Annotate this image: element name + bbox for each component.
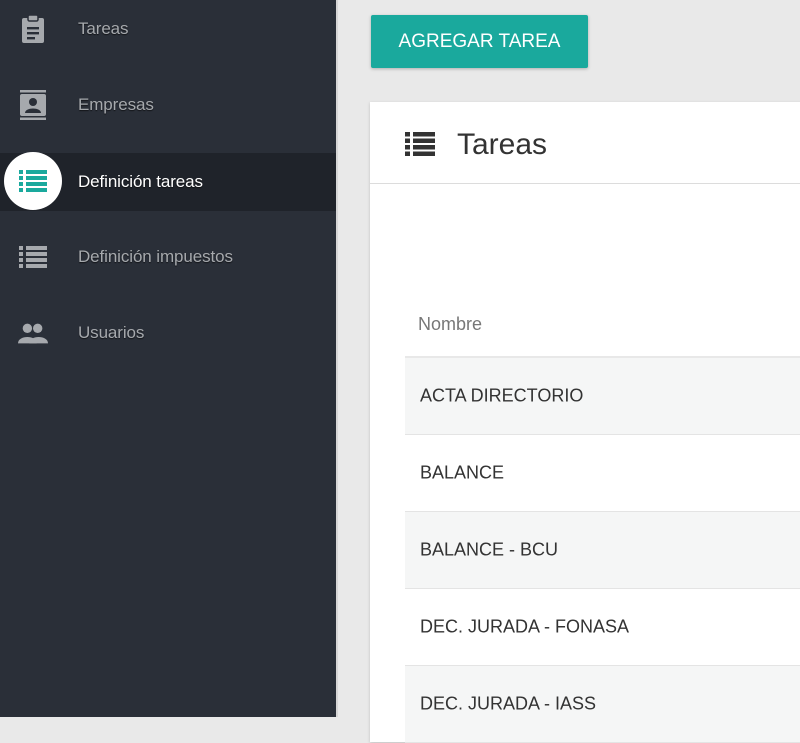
sidebar-item-label: Usuarios — [78, 323, 145, 342]
sidebar-item-label: Definición tareas — [78, 172, 203, 191]
column-header-nombre[interactable]: Nombre — [418, 314, 482, 335]
sidebar-item-empresas[interactable]: Empresas — [0, 76, 336, 134]
task-name: DEC. JURADA - IASS — [420, 693, 597, 714]
people-icon — [18, 318, 48, 348]
table-row[interactable]: BALANCE — [405, 435, 800, 512]
card-header: Tareas — [370, 102, 800, 184]
sidebar-item-usuarios[interactable]: Usuarios — [0, 304, 336, 362]
task-name: BALANCE - BCU — [420, 539, 559, 560]
sidebar-item-tareas[interactable]: Tareas — [0, 0, 336, 58]
task-name: BALANCE — [420, 462, 505, 483]
list-icon — [4, 152, 62, 210]
list-icon — [405, 131, 435, 162]
sidebar-item-definicion-tareas[interactable]: Definición tareas — [0, 152, 336, 211]
task-name: ACTA DIRECTORIO — [420, 385, 584, 406]
list-icon — [18, 242, 48, 272]
table-row[interactable]: ACTA DIRECTORIO — [405, 358, 800, 435]
table-row[interactable]: BALANCE - BCU — [405, 512, 800, 589]
sidebar-item-label: Definición impuestos — [78, 247, 233, 266]
sidebar-item-label: Tareas — [78, 19, 129, 38]
sidebar: Tareas Empresas Definición tareas Defini… — [0, 0, 336, 717]
table-row[interactable]: DEC. JURADA - IASS — [405, 666, 800, 743]
sidebar-divider — [336, 0, 338, 717]
card-title: Tareas — [457, 128, 548, 161]
tasks-table-body: ACTA DIRECTORIO BALANCE BALANCE - BCU DE… — [405, 358, 800, 743]
table-row[interactable]: DEC. JURADA - FONASA — [405, 589, 800, 666]
sidebar-item-definicion-impuestos[interactable]: Definición impuestos — [0, 228, 336, 286]
clipboard-icon — [18, 14, 48, 44]
contact-book-icon — [18, 90, 48, 120]
add-task-button[interactable]: AGREGAR TAREA — [371, 15, 588, 68]
task-name: DEC. JURADA - FONASA — [420, 616, 630, 637]
sidebar-item-label: Empresas — [78, 95, 154, 114]
tasks-card: Tareas Nombre ACTA DIRECTORIO BALANCE BA… — [370, 102, 800, 743]
